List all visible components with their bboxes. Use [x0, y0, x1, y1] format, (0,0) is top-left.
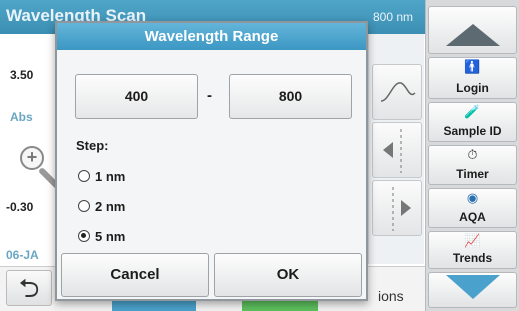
step-label: Step:	[76, 138, 109, 153]
cursor-left-icon	[383, 129, 402, 173]
aqa-label: AQA	[459, 210, 486, 224]
sample-id-label: Sample ID	[443, 124, 502, 138]
wavelength-range-dialog: Wavelength Range 400 - 800 Step: 1 nm 2 …	[55, 21, 368, 301]
sample-id-button[interactable]: 🧪 Sample ID	[428, 102, 517, 142]
aqa-icon: ◉	[466, 190, 479, 205]
range-end-field[interactable]: 800	[229, 74, 352, 119]
cursor-left-button[interactable]	[372, 122, 422, 178]
trends-chart-icon: 📈	[464, 233, 481, 248]
axis-unit: Abs	[10, 110, 33, 124]
axis-bottom-value: -0.30	[6, 200, 34, 214]
radio-icon	[78, 200, 90, 212]
timer-icon: ⏱	[467, 147, 478, 162]
screen-title-range: 800 nm	[372, 10, 413, 24]
cancel-button[interactable]: Cancel	[61, 253, 209, 297]
step-option-label: 1 nm	[95, 169, 126, 184]
step-option-1nm[interactable]: 1 nm	[78, 167, 125, 187]
arrow-up-icon	[446, 24, 500, 46]
curve-icon	[380, 82, 416, 102]
trends-label: Trends	[452, 251, 493, 265]
radio-icon	[78, 170, 90, 182]
step-option-2nm[interactable]: 2 nm	[78, 197, 125, 217]
sample-vial-icon: 🧪	[464, 104, 481, 119]
cursor-right-button[interactable]	[372, 180, 422, 236]
zoom-in-icon[interactable]: +	[20, 146, 44, 170]
login-label: Login	[456, 81, 489, 95]
aqa-button[interactable]: ◉ AQA	[428, 188, 517, 228]
axis-top-value: 3.50	[10, 68, 34, 82]
bottom-tab-stripe-green	[242, 300, 318, 311]
range-start-field[interactable]: 400	[75, 74, 198, 119]
curve-view-button[interactable]	[372, 64, 422, 120]
dialog-title: Wavelength Range	[57, 23, 366, 50]
timer-label: Timer	[456, 167, 489, 181]
step-option-label: 5 nm	[95, 229, 126, 244]
cursor-right-icon	[392, 187, 411, 231]
timer-button[interactable]: ⏱ Timer	[428, 145, 517, 185]
login-button[interactable]: 🚹 Login	[428, 57, 517, 99]
arrow-down-icon	[446, 275, 500, 299]
step-option-5nm[interactable]: 5 nm	[78, 227, 125, 247]
bottom-tab-stripe-blue	[112, 300, 196, 311]
radio-selected-icon	[78, 230, 90, 242]
range-separator: -	[207, 87, 212, 104]
person-icon: 🚹	[464, 59, 481, 74]
date-label: 06-JA	[6, 248, 39, 262]
step-option-label: 2 nm	[95, 199, 126, 214]
back-arrow-icon[interactable]: ⮌	[6, 270, 52, 306]
trends-button[interactable]: 📈 Trends	[428, 231, 517, 269]
bottom-partial-right: ions	[378, 288, 404, 304]
ok-button[interactable]: OK	[214, 253, 362, 297]
